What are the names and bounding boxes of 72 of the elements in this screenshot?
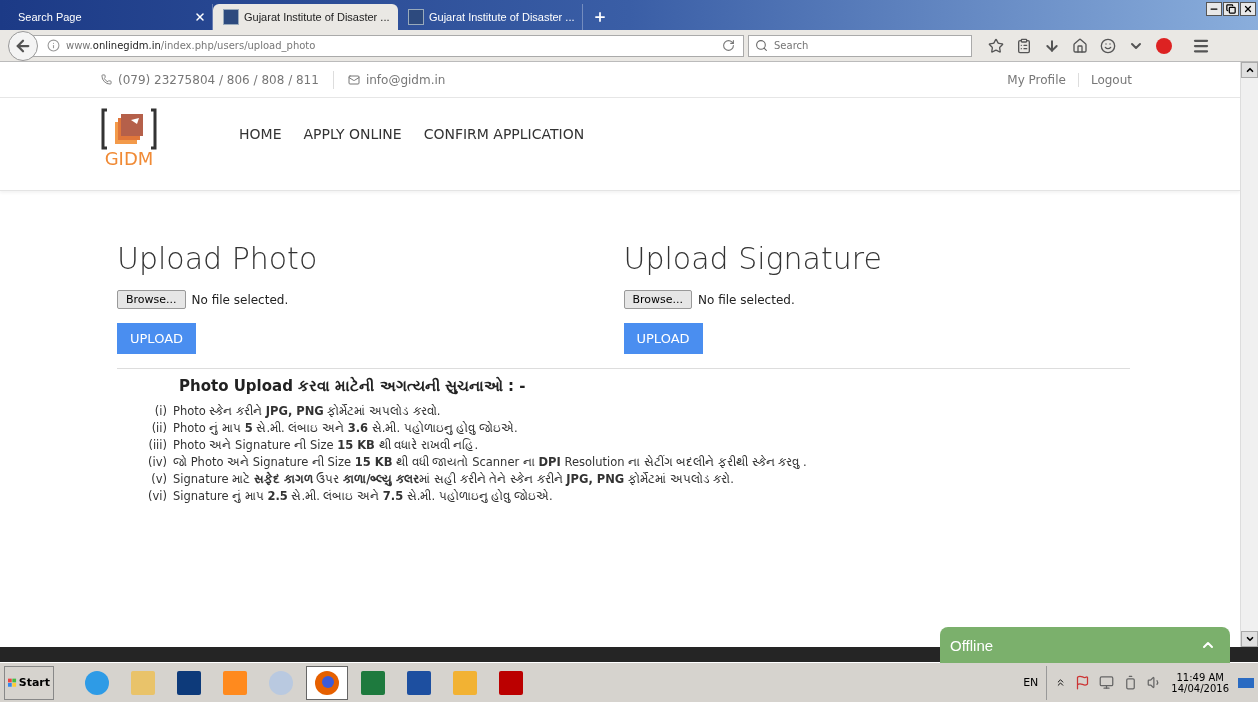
nav-link[interactable]: CONFIRM APPLICATION	[423, 126, 585, 142]
instruction-text: Signature માટે સફેદ કાગળ ઉપર કાળા/બ્લ્યુ કલરમાં સહી કરીને તેને સ્કેન કરીને JPG, PNG ફોર્મેટમાં અપલોડ કરો.	[173, 471, 734, 488]
nav-link[interactable]: HOME	[239, 126, 282, 142]
list-marker: (ii)	[150, 420, 168, 437]
instruction-text: Photo અને Signature ની Size 15 KB થી વધારે રાખવી નહિ.	[173, 437, 479, 454]
flag-icon[interactable]	[1075, 675, 1091, 690]
nav-link[interactable]: APPLY ONLINE	[303, 126, 402, 142]
app-icon	[268, 669, 294, 696]
instruction-text: Photo સ્કેન કરીને JPG, PNG ફોર્મેટમાં અપલોડ કરવો.	[173, 403, 441, 420]
page-icon	[408, 9, 424, 25]
reading-list-icon[interactable]	[1016, 37, 1032, 54]
reload-icon[interactable]	[722, 39, 735, 52]
download-icon[interactable]	[1044, 37, 1060, 54]
home-icon[interactable]	[1072, 37, 1088, 54]
instruction-text: Photo નું માપ 5 સે.મી. લંબાઇ અને 3.6 સે.મી. પહોળાઇનુ હોવુ જોઇએ.	[173, 420, 518, 437]
app-icon	[498, 669, 524, 696]
list-marker: (vi)	[147, 488, 168, 505]
instruction-text: જો Photo અને Signature ની Size 15 KB થી વધી જાયતો Scanner ના DPI Resolution ના સેટીંગ બદલીને ફરીથી સ્કેન કરવુ .	[173, 454, 807, 471]
folder-icon	[130, 669, 156, 696]
search-icon	[755, 39, 768, 52]
app-icon	[222, 669, 248, 696]
phone-number: (079) 23275804 / 806 / 808 / 811	[118, 72, 319, 87]
logo-text: GIDM	[104, 150, 154, 168]
taskbar-app[interactable]	[306, 665, 348, 700]
account-link[interactable]: My Profile	[995, 72, 1078, 87]
address-field[interactable]: www.onlinegidm.in/index.php/users/upload_photo	[32, 34, 744, 57]
smiley-icon[interactable]	[1100, 37, 1116, 54]
minimize-button[interactable]	[1206, 2, 1222, 16]
account-link[interactable]: Logout	[1078, 72, 1144, 87]
browser-icon	[84, 669, 110, 696]
section-heading: Upload Photo	[117, 241, 319, 276]
email-address: info@gidm.in	[365, 72, 446, 87]
info-icon[interactable]	[47, 39, 60, 52]
language-indicator[interactable]: EN	[1023, 676, 1039, 689]
app-icon	[176, 669, 202, 696]
app-icon	[406, 669, 432, 696]
instruction-text: Signature નું માપ 2.5 સે.મી. લંબાઇ અને 7.5 સે.મી. પહોળાઇનુ હોવુ જોઇએ.	[173, 488, 553, 505]
bookmark-star-icon[interactable]	[988, 37, 1004, 54]
clock[interactable]: 11:49 AM 14/04/2016	[1171, 671, 1229, 694]
close-icon[interactable]	[194, 11, 206, 23]
scroll-up-button[interactable]	[1241, 62, 1258, 78]
mail-icon	[347, 73, 360, 86]
list-marker: (v)	[150, 471, 168, 488]
list-marker: (iv)	[147, 454, 168, 471]
back-button[interactable]	[8, 30, 38, 61]
scroll-down-button[interactable]	[1241, 631, 1258, 647]
list-marker: (iii)	[147, 437, 168, 454]
new-tab-icon[interactable]	[593, 10, 607, 24]
search-field[interactable]: Search	[772, 36, 971, 55]
section-heading: Upload Signature	[623, 241, 883, 276]
phone-icon	[101, 74, 112, 85]
start-button[interactable]: Start	[4, 665, 54, 700]
file-status: No file selected.	[698, 292, 795, 307]
file-status: No file selected.	[191, 292, 289, 307]
browser-icon	[314, 669, 340, 696]
browse-button[interactable]: Browse...	[623, 290, 693, 309]
restore-button[interactable]	[1223, 2, 1239, 16]
browser-tab[interactable]: Gujarat Institute of Disaster ...	[213, 4, 398, 30]
page-icon	[223, 9, 239, 25]
network-icon[interactable]	[1099, 675, 1115, 690]
restore-icon	[1226, 4, 1236, 14]
close-icon	[1243, 4, 1253, 14]
instructions-heading: Photo Upload કરવા માટેની અગત્યની સુચનાઓ : -	[179, 377, 527, 395]
close-button[interactable]	[1240, 2, 1256, 16]
search-box[interactable]: Search	[748, 34, 972, 57]
browse-button[interactable]: Browse...	[117, 290, 186, 309]
scrollbar[interactable]	[1240, 62, 1258, 647]
app-icon	[360, 669, 386, 696]
logo-icon	[101, 108, 157, 150]
app-icon	[452, 669, 478, 696]
show-desktop-icon[interactable]	[1238, 677, 1254, 688]
list-marker: (i)	[153, 403, 168, 420]
